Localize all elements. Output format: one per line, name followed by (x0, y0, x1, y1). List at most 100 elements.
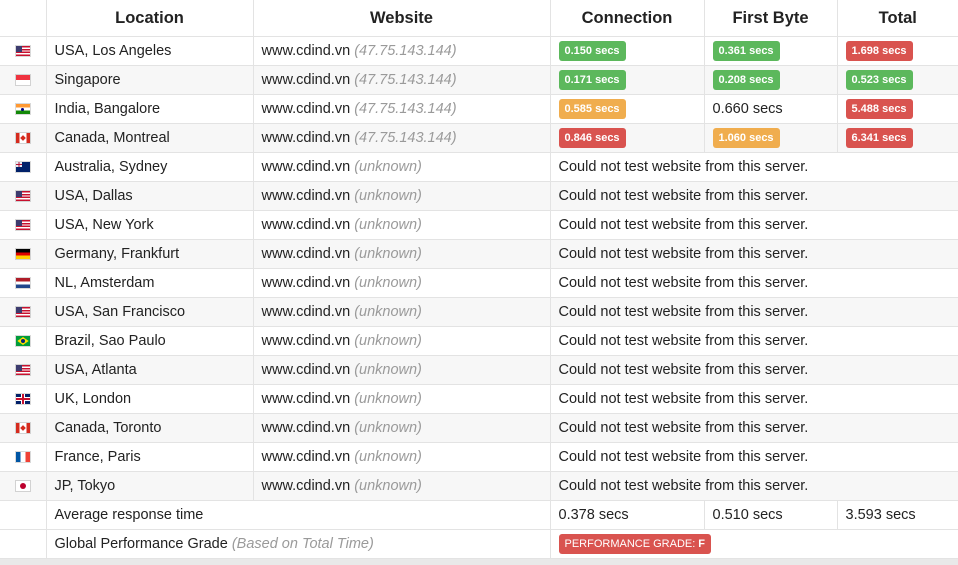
location-cell: Canada, Montreal (45, 123, 254, 153)
location-cell: UK, London (45, 384, 254, 414)
website-host: www.cdind.vn (261, 449, 351, 465)
error-message: Could not test website from this server. (549, 384, 958, 414)
error-message: Could not test website from this server. (549, 355, 958, 385)
location-cell: USA, San Francisco (45, 297, 254, 327)
error-message: Could not test website from this server. (549, 181, 958, 211)
location-cell: France, Paris (45, 442, 254, 472)
flag-cell (0, 297, 47, 327)
website-ip: (unknown) (354, 391, 422, 407)
table-row: Canada, Toronto www.cdind.vn (unknown) Cou… (0, 413, 958, 443)
website-ip: (unknown) (354, 449, 422, 465)
table-bottom-edge (0, 559, 958, 565)
average-label: Average response time (45, 500, 551, 530)
website-ip: (unknown) (354, 478, 422, 494)
table-row: Australia, Sydney www.cdind.vn (unknown) C… (0, 152, 958, 182)
location-cell: JP, Tokyo (45, 471, 254, 501)
total-cell: 1.698 secs (836, 36, 958, 66)
au-flag-icon (15, 162, 30, 173)
website-cell: www.cdind.vn (unknown) (252, 152, 551, 182)
total-cell: 0.523 secs (836, 65, 958, 95)
header-first-byte: First Byte (703, 0, 838, 37)
table-row: USA, Los Angeles www.cdind.vn (47.75.143.… (0, 36, 958, 66)
table-row: Canada, Montreal www.cdind.vn (47.75.143.… (0, 123, 958, 153)
website-host: www.cdind.vn (261, 420, 351, 436)
results-table: Location Website Connection First Byte T… (0, 0, 958, 559)
timing-badge: 0.361 secs (712, 41, 780, 61)
website-host: www.cdind.vn (261, 72, 351, 88)
website-cell: www.cdind.vn (unknown) (252, 384, 551, 414)
average-connection: 0.378 secs (549, 500, 705, 530)
error-message: Could not test website from this server. (549, 413, 958, 443)
location-cell: USA, Dallas (45, 181, 254, 211)
grade-label-cell: Global Performance Grade (Based on Total… (45, 529, 551, 559)
table-row: JP, Tokyo www.cdind.vn (unknown) Could not… (0, 471, 958, 501)
website-cell: www.cdind.vn (47.75.143.144) (252, 123, 551, 153)
table-row: Brazil, Sao Paulo www.cdind.vn (unknown) C… (0, 326, 958, 356)
timing-badge: 0.150 secs (558, 41, 626, 61)
flag-cell (0, 442, 47, 472)
us-flag-icon (15, 307, 30, 318)
website-cell: www.cdind.vn (unknown) (252, 355, 551, 385)
location-cell: Canada, Toronto (45, 413, 254, 443)
timing-badge: 1.698 secs (845, 41, 913, 61)
first-byte-cell: 1.060 secs (703, 123, 838, 153)
flag-cell (0, 384, 47, 414)
table-row: NL, Amsterdam www.cdind.vn (unknown) Could… (0, 268, 958, 298)
us-flag-icon (15, 191, 30, 202)
nl-flag-icon (15, 278, 30, 289)
timing-badge: 6.341 secs (845, 128, 913, 148)
website-host: www.cdind.vn (261, 43, 351, 59)
website-ip: (unknown) (354, 420, 422, 436)
timing-badge: 0.846 secs (558, 128, 626, 148)
website-host: www.cdind.vn (261, 246, 351, 262)
website-cell: www.cdind.vn (unknown) (252, 210, 551, 240)
grade-label: Global Performance Grade (54, 536, 228, 552)
website-cell: www.cdind.vn (unknown) (252, 326, 551, 356)
us-flag-icon (15, 46, 30, 57)
ca-flag-icon (15, 133, 30, 144)
flag-cell (0, 94, 47, 124)
website-ip: (unknown) (354, 159, 422, 175)
error-message: Could not test website from this server. (549, 210, 958, 240)
flag-cell (0, 326, 47, 356)
flag-cell (0, 152, 47, 182)
website-ip: (unknown) (354, 217, 422, 233)
first-byte-cell: 0.361 secs (703, 36, 838, 66)
total-cell: 6.341 secs (836, 123, 958, 153)
website-cell: www.cdind.vn (unknown) (252, 239, 551, 269)
grade-badge-letter: F (698, 538, 706, 550)
website-ip: (unknown) (354, 333, 422, 349)
average-first-byte: 0.510 secs (703, 500, 838, 530)
header-total: Total (836, 0, 958, 37)
website-host: www.cdind.vn (261, 130, 351, 146)
flag-cell (0, 355, 47, 385)
table-row: USA, Atlanta www.cdind.vn (unknown) Could … (0, 355, 958, 385)
error-message: Could not test website from this server. (549, 239, 958, 269)
header-connection: Connection (549, 0, 705, 37)
timing-badge: 0.585 secs (558, 99, 626, 119)
grade-badge-cell: PERFORMANCE GRADE: F (549, 529, 958, 559)
timing-badge: 0.523 secs (845, 70, 913, 90)
gb-flag-icon (15, 394, 30, 405)
timing-badge: 0.171 secs (558, 70, 626, 90)
first-byte-cell: 0.208 secs (703, 65, 838, 95)
total-cell: 5.488 secs (836, 94, 958, 124)
flag-cell (0, 413, 47, 443)
table-row: Singapore www.cdind.vn (47.75.143.144) 0.1… (0, 65, 958, 95)
website-cell: www.cdind.vn (47.75.143.144) (252, 94, 551, 124)
grade-flag-cell (0, 529, 47, 559)
website-ip: (47.75.143.144) (354, 72, 457, 88)
location-cell: NL, Amsterdam (45, 268, 254, 298)
website-cell: www.cdind.vn (unknown) (252, 471, 551, 501)
website-cell: www.cdind.vn (47.75.143.144) (252, 36, 551, 66)
table-row: Germany, Frankfurt www.cdind.vn (unknown)… (0, 239, 958, 269)
website-cell: www.cdind.vn (unknown) (252, 297, 551, 327)
website-host: www.cdind.vn (261, 304, 351, 320)
location-cell: Brazil, Sao Paulo (45, 326, 254, 356)
header-flag (0, 0, 47, 37)
location-cell: Australia, Sydney (45, 152, 254, 182)
header-location: Location (45, 0, 254, 37)
first-byte-cell: 0.660 secs (703, 94, 838, 124)
website-ip: (47.75.143.144) (354, 43, 457, 59)
timing-badge: 0.208 secs (712, 70, 780, 90)
